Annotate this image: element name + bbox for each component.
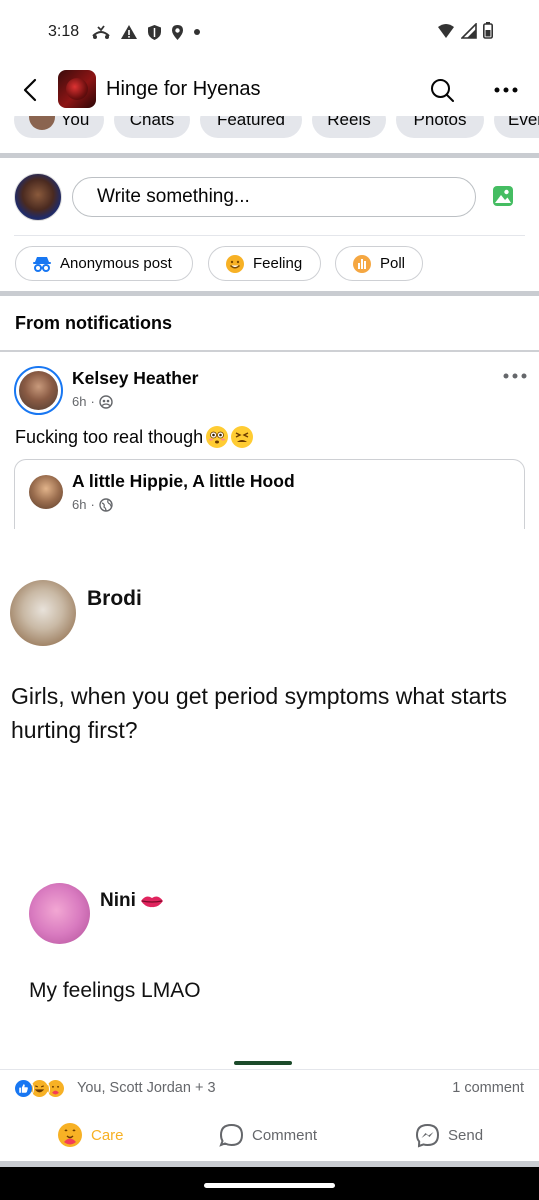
missed-call-icon	[92, 25, 110, 39]
shared-post-time[interactable]: 6h	[72, 497, 86, 512]
lips-emoji-icon	[140, 896, 163, 908]
photo-icon	[493, 186, 513, 206]
meta-dot: ·	[90, 394, 95, 409]
home-gesture-handle[interactable]	[204, 1183, 335, 1188]
poll-icon	[353, 254, 371, 273]
more-horizontal-icon	[494, 87, 518, 93]
tab-events[interactable]: Events	[494, 116, 539, 138]
messenger-icon	[415, 1123, 440, 1147]
status-icons-right	[437, 22, 493, 39]
status-bar: 3:18	[0, 0, 539, 64]
system-navigation-bar	[0, 1167, 539, 1200]
send-button[interactable]: Send	[415, 1122, 483, 1148]
reactions-separator	[0, 1069, 539, 1070]
tab-events-label: Events	[508, 116, 539, 129]
tab-reels[interactable]: Reels	[312, 116, 386, 138]
group-members-icon	[99, 394, 113, 409]
dot-icon	[194, 29, 201, 35]
reactions-summary[interactable]: You, Scott Jordan + 3	[77, 1080, 216, 1096]
reaction-icons[interactable]	[14, 1079, 66, 1099]
care-label: Care	[91, 1126, 124, 1144]
feeling-label: Feeling	[253, 255, 303, 272]
comment-label: Comment	[252, 1126, 318, 1144]
tab-featured[interactable]: Featured	[200, 116, 302, 138]
globe-icon	[99, 497, 113, 512]
shield-icon	[148, 24, 162, 40]
tab-featured-label: Featured	[216, 116, 286, 129]
image-scroll-indicator	[234, 1061, 292, 1065]
section-title: From notifications	[15, 313, 172, 333]
poll-label: Poll	[380, 255, 406, 272]
comments-count[interactable]: 1 comment	[452, 1080, 524, 1096]
post-author-avatar[interactable]	[14, 366, 63, 415]
brodi-avatar	[10, 580, 76, 646]
send-label: Send	[448, 1126, 484, 1144]
back-button[interactable]	[16, 76, 44, 104]
poll-button[interactable]: Poll	[335, 246, 423, 281]
nini-reply-text: My feelings LMAO	[29, 979, 201, 1002]
comment-bubble-icon	[219, 1123, 244, 1147]
care-emoji-icon	[58, 1123, 82, 1147]
post-text: Fucking too real though	[15, 426, 204, 447]
battery-icon	[483, 22, 493, 39]
wifi-icon	[438, 23, 454, 38]
brodi-name: Brodi	[87, 587, 142, 610]
group-title[interactable]: Hinge for Hyenas	[106, 78, 261, 101]
post-body: Fucking too real though	[15, 426, 254, 448]
status-time: 3:18	[48, 23, 80, 40]
tab-chats[interactable]: Chats	[114, 116, 190, 138]
signal-icon	[461, 22, 477, 39]
add-photo-button[interactable]	[492, 185, 514, 207]
group-tabs-row: You Chats Featured Reels Photos Events	[0, 116, 539, 154]
group-header: Hinge for Hyenas	[0, 64, 539, 116]
location-icon	[172, 24, 184, 40]
comment-button[interactable]: Comment	[219, 1122, 317, 1148]
post-author-name[interactable]: Kelsey Heather	[72, 368, 198, 389]
nini-avatar	[29, 883, 90, 944]
shared-author-name[interactable]: A little Hippie, A little Hood	[72, 471, 295, 492]
anonymous-post-label: Anonymous post	[60, 255, 172, 272]
brodi-tweet-text: Girls, when you get period symptoms what…	[11, 683, 507, 743]
you-avatar	[28, 116, 55, 130]
more-horizontal-icon	[503, 373, 527, 379]
status-icons-left	[91, 24, 201, 41]
tab-you-label: You	[60, 116, 90, 129]
write-something-placeholder: Write something...	[97, 186, 250, 207]
care-reaction-button[interactable]: Care	[57, 1122, 124, 1148]
write-something-input[interactable]: Write something...	[72, 177, 476, 217]
flushed-face-emoji-icon	[206, 426, 229, 448]
shared-post-meta: 6h ·	[72, 497, 113, 512]
nini-name-row: Nini	[100, 890, 164, 912]
tab-reels-label: Reels	[327, 116, 371, 129]
tired-face-emoji-icon	[231, 426, 254, 448]
search-button[interactable]	[430, 78, 454, 102]
post-time[interactable]: 6h	[72, 394, 86, 409]
divider	[0, 350, 539, 352]
meta-dot: ·	[90, 497, 95, 512]
post-author-photo	[19, 371, 58, 410]
divider	[0, 291, 539, 296]
tab-you[interactable]: You	[14, 116, 104, 138]
like-reaction-icon	[14, 1079, 34, 1099]
post-options-button[interactable]	[503, 366, 527, 386]
anonymous-icon	[33, 256, 51, 272]
post-image[interactable]: Brodi Girls, when you get period symptom…	[0, 529, 539, 1069]
feeling-button[interactable]: Feeling	[208, 246, 321, 281]
feeling-smiley-icon	[226, 254, 244, 273]
user-avatar[interactable]	[14, 173, 62, 221]
shared-author-avatar[interactable]	[29, 475, 63, 509]
tab-photos[interactable]: Photos	[396, 116, 484, 138]
anonymous-post-button[interactable]: Anonymous post	[15, 246, 193, 281]
chevron-left-icon	[23, 78, 37, 102]
post-meta: 6h ·	[72, 394, 113, 409]
divider	[0, 153, 539, 158]
composer-separator	[14, 235, 525, 236]
group-avatar[interactable]	[58, 70, 96, 108]
more-options-button[interactable]	[494, 78, 518, 102]
search-icon	[431, 79, 454, 102]
warning-icon	[121, 25, 138, 39]
tab-photos-label: Photos	[413, 116, 467, 129]
tab-chats-label: Chats	[129, 116, 175, 129]
nini-name: Nini	[100, 890, 136, 911]
